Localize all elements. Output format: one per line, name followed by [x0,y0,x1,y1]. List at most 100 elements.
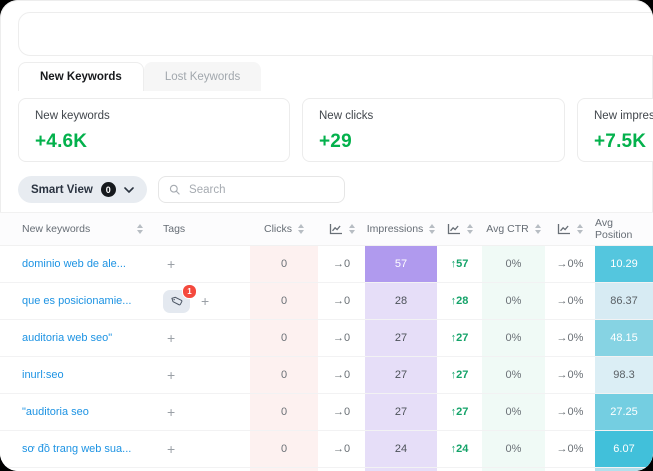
clicks-trend-cell: →0 [318,357,365,393]
avg-position-cell: 98.3 [595,357,653,393]
add-tag-button[interactable]: + [163,442,179,456]
add-tag-button[interactable]: + [163,331,179,345]
impressions-heat: 28 [365,283,437,319]
line-chart-icon [557,223,571,235]
clicks-trend-cell: →0 [318,431,365,467]
impressions-heat: 24 [365,431,437,467]
position-heat: 27.25 [595,394,653,430]
avg-ctr-cell: 0% [482,246,545,282]
keywords-table: New keywords Tags Clicks Impressions [0,212,653,471]
clicks-cell: 0 [250,431,318,467]
tag-chip[interactable]: 1 [163,290,190,313]
avg-position-cell: 48.15 [595,320,653,356]
header-label: Tags [163,223,185,235]
clicks-cell: 0 [250,320,318,356]
position-heat: 48.15 [595,320,653,356]
smart-view-label: Smart View [31,184,93,196]
stat-label: New impress [594,110,653,122]
header-avg-ctr[interactable]: Avg CTR [482,213,545,245]
stat-cards: New keywords +4.6K New clicks +29 New im… [18,98,653,162]
search-icon [169,183,180,196]
ctr-trend-cell: →0% [545,394,595,430]
impressions-trend-cell: ↑57 [437,246,482,282]
sort-icon [577,224,583,234]
impressions-cell: 27 [365,320,437,356]
stat-card-new-impressions: New impress +7.5K [577,98,653,162]
avg-ctr-cell: 0% [482,394,545,430]
keyword-link[interactable]: dominio web de ale... [22,258,126,270]
header-label: Avg Position [595,217,653,241]
clicks-trend-cell: →0 [318,246,365,282]
impressions-cell: 27 [365,394,437,430]
keyword-link[interactable]: "auditoria seo [22,406,89,418]
clicks-cell: 0 [250,283,318,319]
header-label: New keywords [22,223,90,235]
header-label: Impressions [367,223,424,235]
clicks-cell: 0 [250,394,318,430]
impressions-trend-cell: ↑27 [437,357,482,393]
keyword-link[interactable]: sơ đồ trang web sua... [22,443,131,455]
table-row: auditoria web seo" + 0 →0 27 ↑27 0% →0% … [0,320,653,357]
header-ctr-trend[interactable] [545,213,595,245]
clicks-trend-cell: →0 [318,283,365,319]
avg-position-cell: 86.37 [595,283,653,319]
tabs: New Keywords Lost Keywords [18,62,261,91]
sort-icon [467,224,473,234]
ctr-trend-cell: →0% [545,283,595,319]
avg-position-cell: 6.07 [595,431,653,467]
chevron-down-icon [124,187,134,193]
stat-card-new-clicks: New clicks +29 [302,98,565,162]
header-avg-position[interactable]: Avg Position [595,213,653,245]
avg-ctr-cell: 0% [482,283,545,319]
stat-value: +7.5K [594,131,653,153]
header-label: Clicks [264,223,292,235]
stat-label: New clicks [319,110,548,122]
header-impressions[interactable]: Impressions [365,213,437,245]
ctr-trend-cell: →0% [545,320,595,356]
keyword-link[interactable]: que es posicionamie... [22,295,131,307]
tab-lost-keywords[interactable]: Lost Keywords [144,62,261,91]
clicks-cell: 0 [250,357,318,393]
table-row: "auditoria seo + 0 →0 27 ↑27 0% →0% 27.2… [0,394,653,431]
line-chart-icon [447,223,461,235]
add-tag-button[interactable]: + [163,368,179,382]
position-heat: 6.07 [595,431,653,467]
keyword-link[interactable]: inurl:seo [22,369,64,381]
header-impressions-trend[interactable] [437,213,482,245]
impressions-heat: 27 [365,320,437,356]
clicks-trend-cell: →0 [318,320,365,356]
add-tag-button[interactable]: + [163,257,179,271]
stat-label: New keywords [35,110,273,122]
search-input[interactable] [187,183,334,197]
dashboard-card: New Keywords Lost Keywords New keywords … [0,0,653,471]
ctr-trend-cell: →0% [545,431,595,467]
ctr-trend-cell: →0% [545,357,595,393]
header-clicks-trend[interactable] [318,213,365,245]
header-label: Avg CTR [486,223,528,235]
avg-position-cell: 27.25 [595,394,653,430]
stat-value: +4.6K [35,131,273,153]
clicks-cell: 0 [250,246,318,282]
impressions-heat: 27 [365,357,437,393]
position-heat: 86.37 [595,283,653,319]
sort-icon [298,224,304,234]
line-chart-icon [329,223,343,235]
add-tag-button[interactable]: + [163,405,179,419]
smart-view-dropdown[interactable]: Smart View 0 [18,176,147,203]
tab-new-keywords[interactable]: New Keywords [18,62,144,91]
add-tag-button[interactable]: + [197,294,213,308]
tag-count-badge: 1 [182,284,197,299]
clicks-trend-cell: →0 [318,394,365,430]
impressions-trend-cell: ↑28 [437,283,482,319]
stat-card-new-keywords: New keywords +4.6K [18,98,290,162]
position-heat: 10.29 [595,246,653,282]
table-row: dominio web de ale... + 0 →0 57 ↑57 0% →… [0,246,653,283]
smart-view-count-badge: 0 [101,182,116,197]
header-new-keywords[interactable]: New keywords [0,213,155,245]
header-clicks[interactable]: Clicks [250,213,318,245]
keyword-link[interactable]: auditoria web seo" [22,332,112,344]
header-tags: Tags [155,213,250,245]
impressions-cell: 24 [365,431,437,467]
sort-icon [349,224,355,234]
table-header-row: New keywords Tags Clicks Impressions [0,212,653,246]
